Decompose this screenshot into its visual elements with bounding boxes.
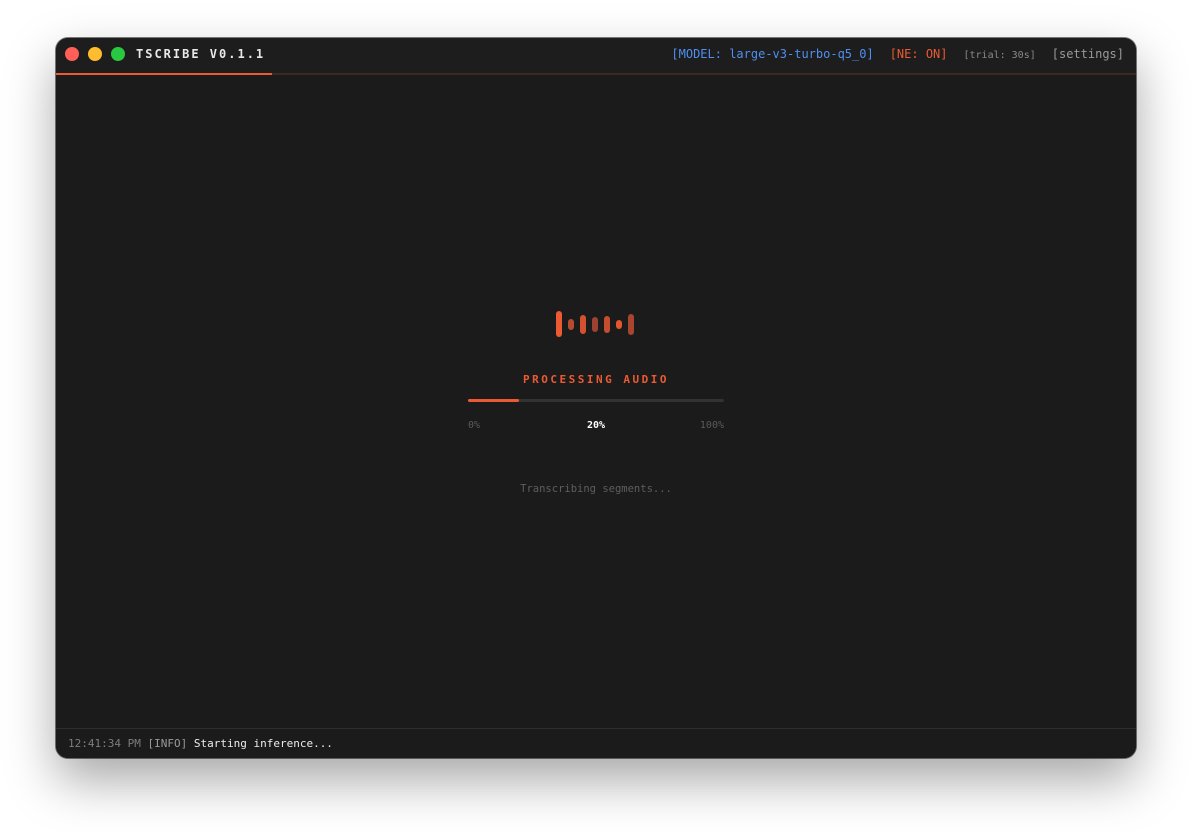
processing-status: Transcribing segments...	[520, 483, 672, 495]
minimize-button[interactable]	[88, 47, 102, 61]
waveform-bar	[604, 315, 610, 333]
progress-track	[468, 399, 724, 402]
log-time: 12:41:34 PM	[68, 737, 141, 750]
waveform-bar	[592, 316, 598, 332]
close-button[interactable]	[65, 47, 79, 61]
settings-button[interactable]: [settings]	[1052, 47, 1124, 61]
zoom-button[interactable]	[111, 47, 125, 61]
progress-labels: 0% 20% 100%	[468, 420, 724, 434]
log-bar: 12:41:34 PM [INFO] Starting inference...	[56, 728, 1136, 758]
progress-current-label: 20%	[586, 420, 606, 431]
trial-indicator: [trial: 30s]	[963, 50, 1036, 61]
progress-max-label: 100%	[699, 420, 724, 431]
app-window: TSCRIBE V0.1.1 [MODEL: large-v3-turbo-q5…	[56, 38, 1136, 758]
model-indicator: [MODEL: large-v3-turbo-q5_0]	[671, 47, 874, 61]
waveform-bar	[628, 313, 634, 335]
waveform-bar	[616, 319, 622, 329]
waveform-bar	[556, 311, 562, 337]
log-message: Starting inference...	[193, 737, 333, 750]
window-controls	[65, 47, 125, 61]
log-entry: 12:41:34 PM [INFO] Starting inference...	[68, 737, 333, 750]
processing-title: PROCESSING AUDIO	[523, 373, 669, 386]
waveform-bar	[568, 318, 574, 330]
log-level: [INFO]	[147, 737, 188, 750]
ne-indicator: [NE: ON]	[889, 47, 948, 61]
waveform-bar	[580, 314, 586, 334]
app-title: TSCRIBE V0.1.1	[136, 47, 266, 61]
progress-fill	[468, 399, 520, 402]
audio-waveform-icon	[556, 311, 636, 337]
header-status: [MODEL: large-v3-turbo-q5_0] [NE: ON] [t…	[671, 47, 1124, 61]
header-progress-bar	[56, 73, 272, 75]
title-bar: TSCRIBE V0.1.1 [MODEL: large-v3-turbo-q5…	[56, 38, 1136, 75]
